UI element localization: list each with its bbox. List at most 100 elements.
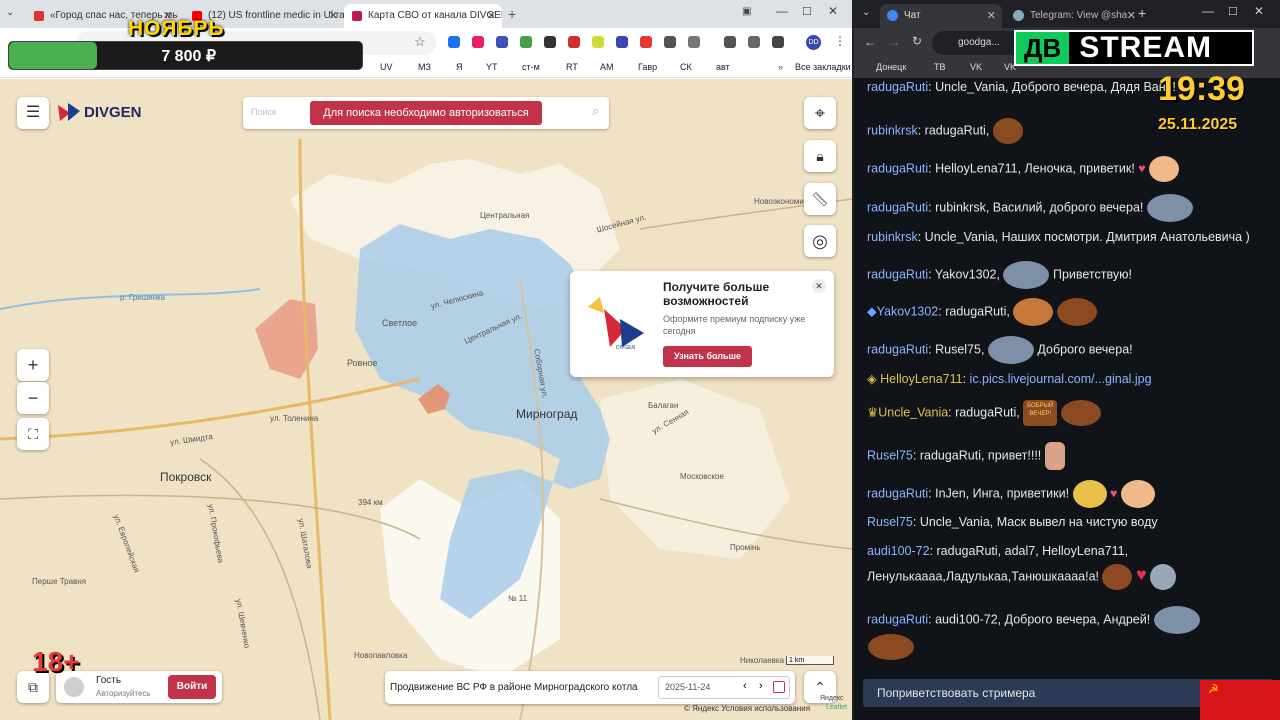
bookmark[interactable]: VK [970,62,982,72]
learn-more-button[interactable]: Узнать больше [663,346,752,367]
bookmark[interactable]: авт [716,62,730,72]
forward-icon[interactable]: → [888,35,900,49]
chat-text: Доброго вечера! [1037,342,1133,357]
extension-icon[interactable] [664,36,676,48]
tab-chat[interactable]: Чат ✕ [880,4,1002,28]
tab-search-icon[interactable]: ⌄ [862,7,870,18]
map-canvas[interactable]: Центральная Светлое Ровное Мирноград Пок… [0,79,852,720]
bookmark[interactable]: Донецк [876,62,906,72]
chat-nick[interactable]: HelloyLena711 [880,372,962,386]
close-icon[interactable]: ✕ [487,9,496,22]
chat-nick[interactable]: audi100-72 [867,544,930,558]
menu-dots-icon[interactable]: ⋮ [834,34,846,48]
date-picker[interactable]: 2025-11-24 ‹ › [658,676,790,699]
new-tab-icon[interactable]: + [1138,5,1146,21]
bookmark[interactable]: Я [456,62,463,72]
zoom-out-button[interactable]: − [17,382,49,414]
chat-nick[interactable]: radugaRuti [867,612,928,626]
maximize-icon[interactable]: ☐ [802,5,812,18]
tab-telegram[interactable]: Telegram: View @sha ✕ [1006,4,1142,28]
minimize-icon[interactable]: — [776,4,788,18]
chat-nick[interactable]: Rusel75 [867,448,913,462]
bookmark[interactable]: МЗ [418,62,431,72]
maximize-icon[interactable]: ☐ [1228,5,1238,18]
tab-divgen[interactable]: Карта СВО от канала DIVGEN ✕ [344,4,502,28]
star-icon[interactable]: ☆ [414,34,426,50]
prev-date-icon[interactable]: ‹ [743,680,747,692]
chat-nick[interactable]: radugaRuti [867,200,928,214]
profile-avatar[interactable]: DD [806,35,821,50]
key-icon[interactable] [724,36,736,48]
leaflet-link[interactable]: Leaflet [826,704,847,711]
chat-link[interactable]: ic.pics.livejournal.com/...ginal.jpg [970,372,1152,386]
extension-icon[interactable] [568,36,580,48]
chat-nick[interactable]: rubinkrsk [867,230,918,244]
download-icon[interactable] [772,36,784,48]
calendar-icon[interactable] [773,681,785,693]
chat-message: radugaRuti: audi100-72, Доброго вечера, … [867,606,1200,634]
close-icon[interactable]: ✕ [329,9,338,22]
place-label: Светлое [382,318,418,328]
bookmark[interactable]: ст-м [522,62,540,72]
month-label: НОЯБРЬ [128,17,225,40]
extension-icon[interactable] [472,36,484,48]
minimize-icon[interactable]: — [1202,4,1214,18]
extension-icon[interactable] [448,36,460,48]
bookmark[interactable]: СК [680,62,692,72]
bookmark[interactable]: Гавр [638,62,657,72]
next-date-icon[interactable]: › [759,680,763,692]
window-close-icon[interactable]: ✕ [1254,4,1264,18]
location-pin-icon[interactable]: ⌖ [804,97,836,129]
map-footer[interactable]: © Яндекс Условия использования [684,704,810,713]
extension-icon[interactable] [592,36,604,48]
search-input[interactable]: Поиск [251,107,276,117]
url-text[interactable]: goodga... [958,37,1000,48]
date-field[interactable]: 2025-11-24 [665,682,710,692]
ruler-icon[interactable]: 📏︎ [804,183,836,215]
reload-icon[interactable]: ↻ [912,34,922,48]
extension-icon[interactable] [640,36,652,48]
close-icon[interactable]: ✕ [812,279,826,293]
all-bookmarks[interactable]: Все закладки [795,62,851,72]
chat-nick[interactable]: radugaRuti [867,267,928,281]
fullscreen-icon[interactable]: ⛶ [17,418,49,450]
window-close-icon[interactable]: ✕ [828,4,838,18]
extension-icon[interactable] [544,36,556,48]
chat-nick[interactable]: radugaRuti [867,342,928,356]
bookmark[interactable]: YT [486,62,498,72]
extension-icon[interactable] [496,36,508,48]
target-icon[interactable]: ◎ [804,225,836,257]
chat-text: radugaRuti, [955,405,1020,420]
map-search-box[interactable]: Поиск Для поиска необходимо авторизовать… [243,97,609,129]
chat-nick[interactable]: radugaRuti [867,161,928,175]
extension-icon[interactable] [520,36,532,48]
chat-nick[interactable]: Uncle_Vania [878,405,948,419]
back-icon[interactable]: ← [864,35,876,49]
login-button[interactable]: Войти [168,675,216,699]
zoom-in-button[interactable]: + [17,349,49,381]
new-tab-icon[interactable]: + [508,6,516,22]
tab-search-icon[interactable]: ⌄ [6,7,14,18]
chat-text: Ленулькаааа,Ладулькаа,Танюшкаааа!а! [867,569,1099,584]
hamburger-menu-icon[interactable]: ☰ [17,97,49,129]
chevron-icon[interactable]: » [778,62,783,72]
bookmark[interactable]: ТВ [934,62,946,72]
search-icon[interactable]: ⌕ [592,104,599,119]
chat-nick[interactable]: radugaRuti [867,486,928,500]
extension-icon[interactable] [616,36,628,48]
puzzle-icon[interactable] [688,36,700,48]
media-icon[interactable]: ▣ [742,6,751,17]
chat-nick[interactable]: radugaRuti [867,80,928,94]
close-icon[interactable]: ✕ [1127,9,1136,22]
close-icon[interactable]: ✕ [987,9,996,22]
bookmark[interactable]: UV [380,62,393,72]
chat-nick[interactable]: rubinkrsk [867,123,918,137]
hamster-emote-icon [1072,480,1107,508]
bookmark[interactable]: RT [566,62,578,72]
chat-nick[interactable]: Yakov1302 [877,304,939,318]
link-icon[interactable] [748,36,760,48]
bookmark[interactable]: AM [600,62,614,72]
lock-icon[interactable]: 🔒︎ [804,140,836,172]
user-panel: Гость Авторизуйтесь Войти [56,671,222,703]
chat-nick[interactable]: Rusel75 [867,515,913,529]
